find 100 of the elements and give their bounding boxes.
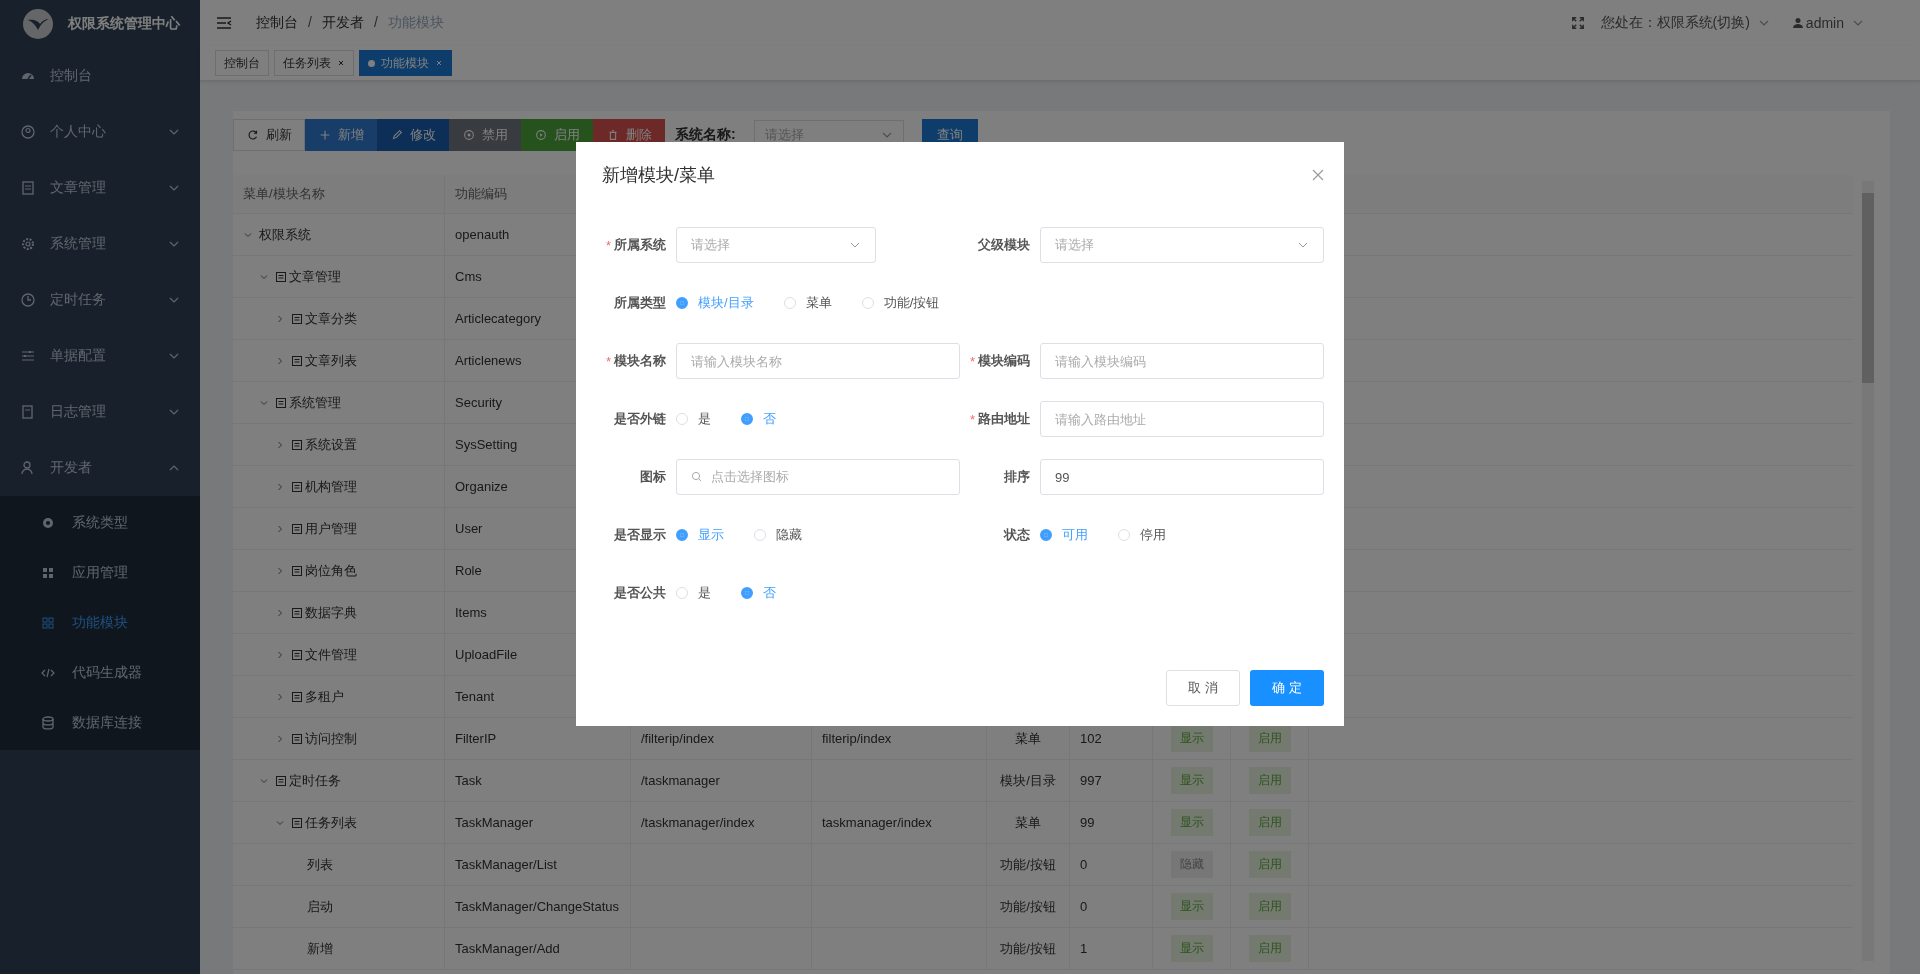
tree-node-label[interactable]: 列表 bbox=[307, 855, 333, 874]
grid-icon bbox=[40, 615, 56, 631]
submenu-item[interactable]: 数据库连接 bbox=[0, 698, 200, 748]
status-tag[interactable]: 启用 bbox=[1248, 935, 1291, 962]
select-field[interactable]: 请选择 bbox=[676, 227, 876, 263]
status-tag[interactable]: 显示 bbox=[1170, 767, 1213, 794]
toolbar-button[interactable]: 启用 bbox=[521, 119, 593, 151]
breadcrumb-link[interactable]: 开发者 bbox=[321, 14, 364, 32]
menu-item[interactable]: 开发者 bbox=[0, 440, 200, 496]
table-cell: /taskmanager bbox=[641, 773, 720, 788]
menu-item[interactable]: 日志管理 bbox=[0, 384, 200, 440]
radio-button[interactable] bbox=[676, 529, 688, 541]
tree-node-label[interactable]: 岗位角色 bbox=[305, 561, 357, 580]
chevron-right-icon[interactable] bbox=[275, 733, 285, 744]
menu-item[interactable]: 控制台 bbox=[0, 48, 200, 104]
radio-button[interactable] bbox=[676, 297, 688, 309]
tree-node-label[interactable]: 文章管理 bbox=[289, 267, 341, 286]
user-menu[interactable]: admin bbox=[1805, 15, 1844, 31]
field-label: 状态 bbox=[1004, 526, 1030, 544]
submenu-item[interactable]: 代码生成器 bbox=[0, 648, 200, 698]
chevron-right-icon[interactable] bbox=[275, 355, 285, 366]
page-tab[interactable]: 控制台 bbox=[215, 50, 269, 76]
tree-node-label[interactable]: 任务列表 bbox=[305, 813, 357, 832]
input-field[interactable]: 99 bbox=[1040, 459, 1324, 495]
radio-option[interactable]: 是 bbox=[676, 410, 711, 428]
status-tag[interactable]: 启用 bbox=[1248, 725, 1291, 752]
tree-node-label[interactable]: 定时任务 bbox=[289, 771, 341, 790]
tree-node-label[interactable]: 系统设置 bbox=[305, 435, 357, 454]
tree-node-label[interactable]: 启动 bbox=[307, 897, 333, 916]
chevron-right-icon[interactable] bbox=[275, 439, 285, 450]
radio-option[interactable]: 否 bbox=[741, 410, 776, 428]
input-field[interactable]: 请输入模块名称 bbox=[676, 343, 960, 379]
chevron-right-icon[interactable] bbox=[275, 565, 285, 576]
radio-button[interactable] bbox=[741, 413, 753, 425]
chevron-right-icon[interactable] bbox=[275, 313, 285, 324]
chevron-right-icon[interactable] bbox=[275, 481, 285, 492]
status-tag[interactable]: 显示 bbox=[1170, 893, 1213, 920]
status-tag[interactable]: 启用 bbox=[1248, 809, 1291, 836]
submenu-item[interactable]: 应用管理 bbox=[0, 548, 200, 598]
submenu-item[interactable]: 功能模块 bbox=[0, 598, 200, 648]
status-tag[interactable]: 显示 bbox=[1170, 809, 1213, 836]
page-tab[interactable]: 功能模块 bbox=[359, 50, 452, 76]
close-icon[interactable] bbox=[337, 59, 345, 67]
status-tag[interactable]: 显示 bbox=[1170, 725, 1213, 752]
tree-node-label[interactable]: 文章列表 bbox=[305, 351, 357, 370]
scrollbar[interactable] bbox=[1862, 181, 1874, 961]
radio-option[interactable]: 停用 bbox=[1118, 526, 1166, 544]
tree-node-label[interactable]: 系统管理 bbox=[289, 393, 341, 412]
tree-node-label[interactable]: 数据字典 bbox=[305, 603, 357, 622]
toolbar-button[interactable]: 新增 bbox=[305, 119, 377, 151]
chevron-right-icon[interactable] bbox=[275, 607, 285, 618]
system-switcher[interactable]: 您处在：权限系统(切换) bbox=[1600, 14, 1750, 32]
chevron-right-icon[interactable] bbox=[275, 649, 285, 660]
radio-option[interactable]: 否 bbox=[741, 584, 776, 602]
close-icon[interactable] bbox=[1312, 169, 1324, 181]
document-icon bbox=[291, 480, 303, 493]
radio-option[interactable]: 可用 bbox=[1040, 526, 1088, 544]
menu-icon[interactable] bbox=[216, 15, 232, 31]
tree-node-label[interactable]: 用户管理 bbox=[305, 519, 357, 538]
input-field[interactable]: 请输入路由地址 bbox=[1040, 401, 1324, 437]
tree-node-label[interactable]: 机构管理 bbox=[305, 477, 357, 496]
toolbar-button[interactable]: 修改 bbox=[377, 119, 449, 151]
tree-node-label[interactable]: 访问控制 bbox=[305, 729, 357, 748]
toolbar-button[interactable]: 禁用 bbox=[449, 119, 521, 151]
field-label: 模块名称 bbox=[614, 352, 666, 370]
submenu-item[interactable]: 系统类型 bbox=[0, 498, 200, 548]
tree-node-label[interactable]: 新增 bbox=[307, 939, 333, 958]
menu-item[interactable]: 定时任务 bbox=[0, 272, 200, 328]
radio-option[interactable]: 模块/目录 bbox=[676, 294, 754, 312]
radio-button[interactable] bbox=[741, 587, 753, 599]
chevron-right-icon[interactable] bbox=[275, 691, 285, 702]
confirm-button[interactable]: 确 定 bbox=[1250, 670, 1324, 706]
menu-item[interactable]: 系统管理 bbox=[0, 216, 200, 272]
toolbar-button[interactable]: 刷新 bbox=[233, 119, 305, 151]
radio-option[interactable]: 显示 bbox=[676, 526, 724, 544]
radio-option[interactable]: 功能/按钮 bbox=[861, 294, 940, 312]
menu-item[interactable]: 个人中心 bbox=[0, 104, 200, 160]
radio-option[interactable]: 菜单 bbox=[783, 294, 832, 312]
chevron-right-icon[interactable] bbox=[275, 523, 285, 534]
status-tag[interactable]: 启用 bbox=[1248, 851, 1291, 878]
radio-option[interactable]: 是 bbox=[676, 584, 711, 602]
tree-node-label[interactable]: 文件管理 bbox=[305, 645, 357, 664]
menu-item[interactable]: 文章管理 bbox=[0, 160, 200, 216]
breadcrumb-link[interactable]: 控制台 bbox=[256, 14, 298, 32]
menu-item[interactable]: 单据配置 bbox=[0, 328, 200, 384]
radio-option[interactable]: 隐藏 bbox=[754, 526, 802, 544]
page-tab[interactable]: 任务列表 bbox=[274, 50, 354, 76]
status-tag[interactable]: 启用 bbox=[1248, 893, 1291, 920]
status-tag[interactable]: 显示 bbox=[1170, 935, 1213, 962]
fullscreen-icon[interactable] bbox=[1570, 16, 1585, 30]
field-label: 所属类型 bbox=[614, 294, 666, 312]
tree-node-label[interactable]: 多租户 bbox=[305, 687, 344, 706]
status-tag[interactable]: 启用 bbox=[1248, 767, 1291, 794]
icon-picker-field[interactable]: 点击选择图标 bbox=[676, 459, 960, 495]
input-field[interactable]: 请输入模块编码 bbox=[1040, 343, 1324, 379]
radio-button[interactable] bbox=[1040, 529, 1052, 541]
tree-node-label[interactable]: 权限系统 bbox=[259, 225, 311, 244]
select-field[interactable]: 请选择 bbox=[1040, 227, 1324, 263]
cancel-button[interactable]: 取 消 bbox=[1166, 670, 1240, 706]
tree-node-label[interactable]: 文章分类 bbox=[305, 309, 357, 328]
